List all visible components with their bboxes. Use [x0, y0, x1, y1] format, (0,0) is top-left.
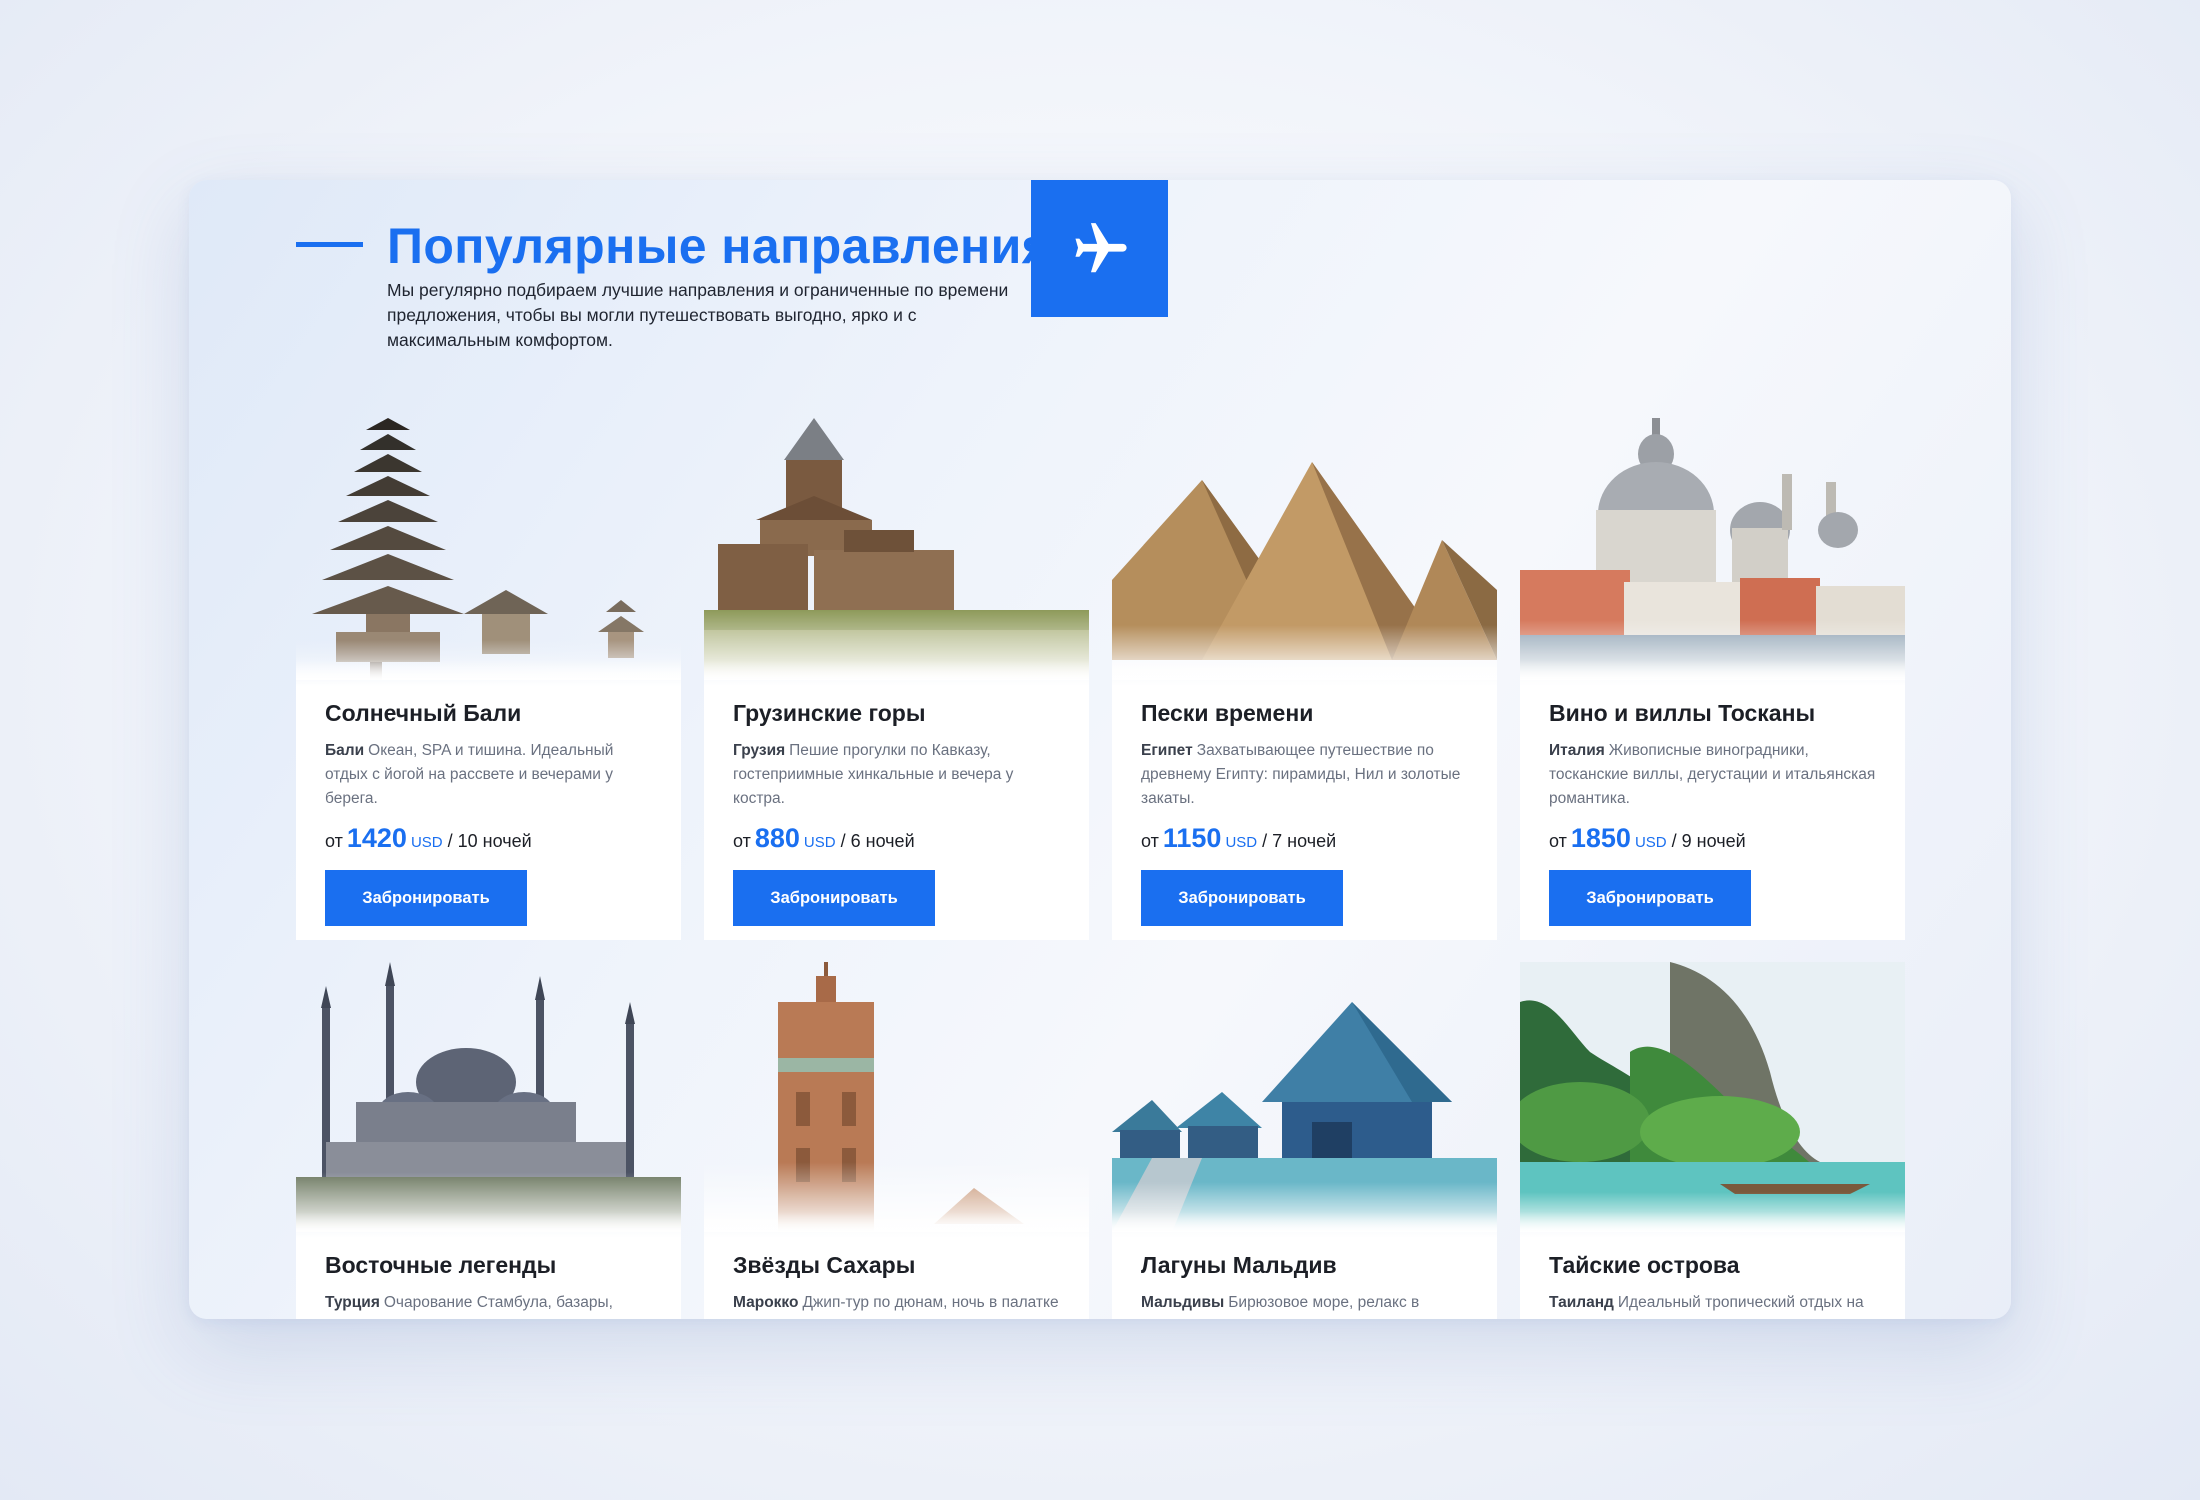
section-description: Мы регулярно подбираем лучшие направлени…	[387, 280, 1009, 350]
destination-card-turkey: Восточные легенды Турция Очарование Стамб…	[296, 962, 681, 1319]
card-title: Звёзды Сахары	[733, 1252, 916, 1278]
card-price: от 1420 USD / 10 ночей	[325, 823, 532, 853]
card-country: Грузия	[733, 742, 786, 759]
morocco-minaret-image	[704, 962, 1089, 1232]
card-title: Восточные легенды	[325, 1252, 557, 1278]
book-button-bali[interactable]: Забронировать	[325, 870, 527, 926]
destination-card-thailand: Тайские острова Таиланд Идеальный тропиче…	[1520, 962, 1905, 1319]
card-title: Лагуны Мальдив	[1141, 1252, 1337, 1278]
price-nights: / 6 ночей	[840, 831, 915, 851]
price-currency: USD	[1634, 834, 1667, 851]
card-body: Пески времени Египет Захватывающее путеше…	[1112, 660, 1497, 940]
price-amount: 880	[754, 823, 800, 853]
price-nights: / 9 ночей	[1671, 831, 1746, 851]
section-title: Популярные направления	[387, 218, 1052, 274]
card-country: Таиланд	[1549, 1294, 1614, 1311]
card-body: Солнечный Бали Бали Океан, SPA и тишина. …	[296, 660, 681, 940]
destination-card-morocco: Звёзды Сахары Марокко Джип-тур по дюнам, …	[704, 962, 1089, 1319]
airplane-icon	[1074, 222, 1127, 272]
card-description: Египет Захватывающее путешествие по древн…	[1141, 742, 1461, 807]
price-amount: 1850	[1570, 823, 1631, 853]
card-country: Мальдивы	[1141, 1294, 1225, 1311]
egypt-pyramids-image	[1112, 410, 1497, 680]
destination-card-maldives: Лагуны Мальдив Мальдивы Бирюзовое море, р…	[1112, 962, 1497, 1319]
card-description: Марокко Джип-тур по дюнам, ночь в палатке…	[733, 1294, 1059, 1319]
card-country: Бали	[325, 742, 365, 759]
thailand-island-image	[1520, 962, 1905, 1232]
card-body: Тайские острова Таиланд Идеальный тропиче…	[1520, 1212, 1905, 1319]
card-body: Лагуны Мальдив Мальдивы Бирюзовое море, р…	[1112, 1212, 1497, 1319]
card-description: МальдивыБирюзовое море, релакс в бунгало…	[1141, 1294, 1420, 1319]
book-button-georgia[interactable]: Забронировать	[733, 870, 935, 926]
card-country: Египет	[1141, 742, 1193, 759]
card-country: Марокко	[733, 1294, 799, 1311]
card-description: ТурцияОчарование Стамбула, базары, дворц…	[325, 1294, 618, 1319]
price-currency: USD	[803, 834, 836, 851]
card-country: Италия	[1549, 742, 1605, 759]
destinations-panel: Популярные направления Мы регулярно подб…	[189, 180, 2011, 1319]
card-title: Солнечный Бали	[325, 700, 522, 726]
book-button-italy[interactable]: Забронировать	[1549, 870, 1751, 926]
destinations-grid: Солнечный Бали Бали Океан, SPA и тишина. …	[296, 410, 1905, 1319]
price-amount: 1150	[1162, 823, 1222, 853]
bali-temple-image	[296, 410, 681, 680]
georgia-church-image	[704, 410, 1089, 680]
card-body: Грузинские горы Грузия Пешие прогулки по …	[704, 660, 1089, 940]
maldives-bungalow-image	[1112, 962, 1497, 1232]
card-title: Вино и виллы Тосканы	[1549, 700, 1816, 726]
card-country: Турция	[325, 1294, 380, 1311]
book-button-egypt[interactable]: Забронировать	[1141, 870, 1343, 926]
price-nights: / 7 ночей	[1262, 831, 1337, 851]
card-price: от 880 USD / 6 ночей	[733, 823, 915, 853]
card-title: Тайские острова	[1549, 1252, 1740, 1278]
price-nights: / 10 ночей	[447, 831, 532, 851]
price-currency: USD	[410, 834, 443, 851]
card-description: Италия Живописные виноградники, тоскански…	[1549, 742, 1876, 807]
card-body: Звёзды Сахары Марокко Джип-тур по дюнам, …	[704, 1212, 1089, 1319]
card-description: Грузия Пешие прогулки по Кавказу, гостепр…	[733, 742, 1014, 807]
airplane-badge	[1031, 180, 1168, 317]
destination-card-georgia: Грузинские горы Грузия Пешие прогулки по …	[704, 410, 1089, 940]
price-amount: 1420	[346, 823, 407, 853]
card-description: Бали Океан, SPA и тишина. Идеальный отдых…	[325, 742, 614, 807]
card-body: Вино и виллы Тосканы Италия Живописные ви…	[1520, 660, 1905, 940]
card-description: ТаиландИдеальный тропический отдых на Пх…	[1549, 1294, 1864, 1319]
turkey-mosque-image	[296, 962, 681, 1232]
destination-card-egypt: Пески времени Египет Захватывающее путеше…	[1112, 410, 1497, 940]
card-title: Пески времени	[1141, 700, 1314, 726]
destination-card-bali: Солнечный Бали Бали Океан, SPA и тишина. …	[296, 410, 681, 940]
card-price: от 1850 USD / 9 ночей	[1549, 823, 1746, 853]
destination-card-italy: Вино и виллы Тосканы Италия Живописные ви…	[1520, 410, 1905, 940]
card-body: Восточные легенды Турция Очарование Стамб…	[296, 1212, 681, 1319]
price-currency: USD	[1225, 834, 1258, 851]
card-title: Грузинские горы	[733, 700, 926, 726]
heading-accent-line	[296, 242, 363, 247]
card-price: от 1150 USD / 7 ночей	[1141, 823, 1337, 853]
italy-venice-image	[1520, 410, 1905, 680]
